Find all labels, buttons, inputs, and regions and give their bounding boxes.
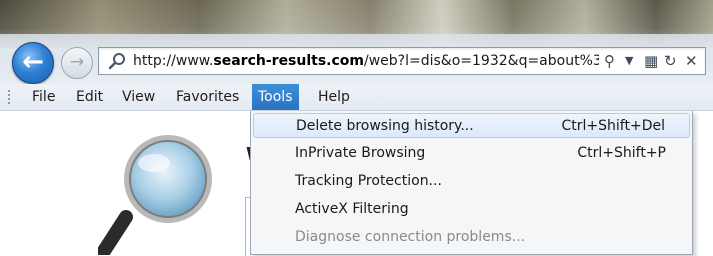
compatibility-view-icon[interactable]: ▦ bbox=[644, 52, 658, 70]
menu-item-tracking-protection[interactable]: Tracking Protection... bbox=[253, 169, 690, 194]
forward-button[interactable]: → bbox=[61, 47, 93, 79]
magnifier-icon bbox=[98, 135, 212, 255]
menu-file[interactable]: File bbox=[26, 84, 61, 110]
menu-edit[interactable]: Edit bbox=[70, 84, 109, 110]
menu-favorites[interactable]: Favorites bbox=[170, 84, 245, 110]
back-arrow-icon: ← bbox=[22, 47, 44, 77]
menu-bar: File Edit View Favorites Tools Help bbox=[0, 84, 713, 111]
menu-item-label: Diagnose connection problems... bbox=[295, 229, 526, 245]
menu-tools[interactable]: Tools bbox=[252, 84, 299, 110]
stop-icon[interactable]: ✕ bbox=[685, 52, 698, 70]
address-url[interactable]: http://www.search-results.com/web?l=dis&… bbox=[133, 53, 599, 69]
menu-item-activex-filtering[interactable]: ActiveX Filtering bbox=[253, 197, 690, 222]
menubar-grip[interactable] bbox=[8, 90, 10, 105]
menu-help[interactable]: Help bbox=[312, 84, 356, 110]
menu-item-label: Tracking Protection... bbox=[295, 173, 442, 189]
url-domain: search-results.com bbox=[213, 53, 365, 69]
menu-item-diagnose-connection: Diagnose connection problems... bbox=[253, 225, 690, 250]
search-icon[interactable]: ⚲ bbox=[604, 52, 615, 70]
menu-item-label: ActiveX Filtering bbox=[295, 201, 409, 217]
url-prefix: http://www. bbox=[133, 53, 214, 69]
menu-item-delete-browsing-history[interactable]: Delete browsing history... Ctrl+Shift+De… bbox=[253, 113, 690, 138]
menu-view[interactable]: View bbox=[116, 84, 161, 110]
menu-item-inprivate-browsing[interactable]: InPrivate Browsing Ctrl+Shift+P bbox=[253, 141, 690, 166]
menu-item-label: InPrivate Browsing bbox=[295, 145, 426, 161]
menu-item-shortcut: Ctrl+Shift+Del bbox=[561, 118, 665, 134]
menu-item-label: Delete browsing history... bbox=[296, 118, 474, 134]
back-button[interactable]: ← bbox=[12, 42, 54, 84]
address-bar[interactable]: http://www.search-results.com/web?l=dis&… bbox=[98, 47, 706, 75]
forward-arrow-icon: → bbox=[69, 52, 85, 72]
tools-dropdown-menu: Delete browsing history... Ctrl+Shift+De… bbox=[250, 111, 693, 255]
page-icon bbox=[108, 53, 125, 70]
refresh-icon[interactable]: ↻ bbox=[664, 52, 677, 70]
url-path: /web?l=dis&o=1932&q=about%3AI bbox=[364, 53, 599, 69]
dropdown-arrow-icon[interactable]: ▼ bbox=[625, 52, 633, 70]
menu-item-shortcut: Ctrl+Shift+P bbox=[577, 145, 666, 161]
